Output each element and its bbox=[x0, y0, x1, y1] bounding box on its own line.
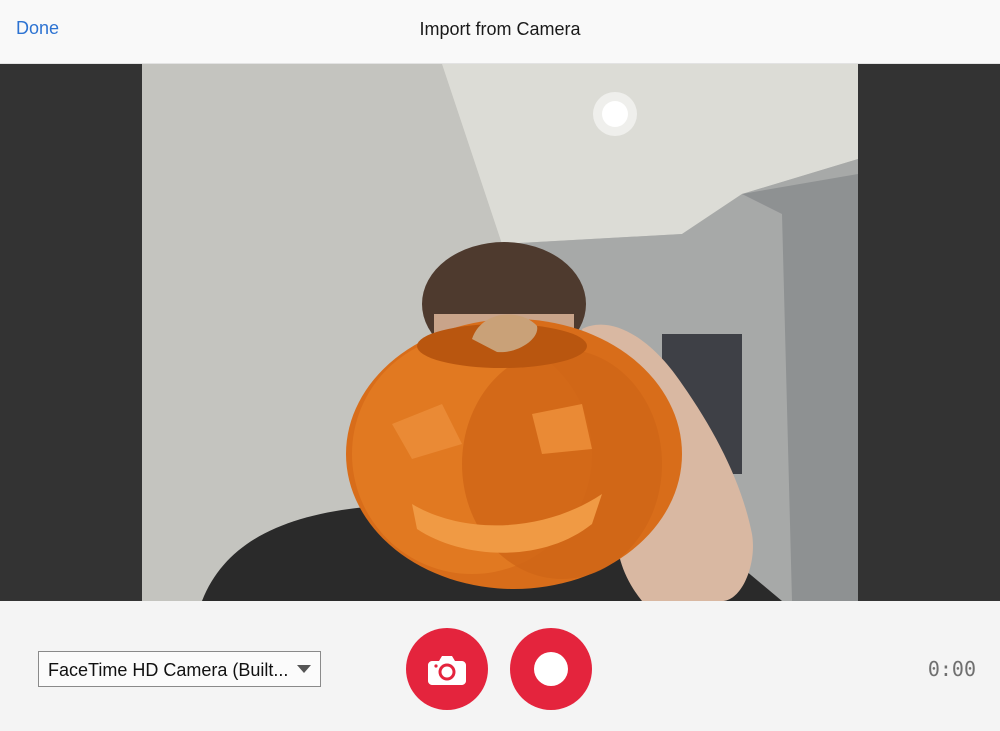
record-icon bbox=[534, 652, 568, 686]
camera-icon bbox=[426, 651, 468, 692]
page-title: Import from Camera bbox=[419, 19, 581, 39]
camera-preview-area bbox=[0, 64, 1000, 601]
chevron-down-icon bbox=[297, 665, 311, 673]
camera-preview-image bbox=[142, 64, 858, 601]
camera-source-label: FaceTime HD Camera (Built... bbox=[48, 660, 289, 680]
recording-timer: 0:00 bbox=[927, 657, 976, 681]
import-from-camera-screen: Done Import from Camera FaceTime HD Came… bbox=[0, 0, 1000, 731]
record-video-button[interactable] bbox=[510, 628, 592, 710]
camera-controls-bar: FaceTime HD Camera (Built... 0:00 bbox=[0, 601, 1000, 731]
camera-source-select[interactable]: FaceTime HD Camera (Built... bbox=[38, 651, 321, 687]
take-photo-button[interactable] bbox=[406, 628, 488, 710]
navigation-bar: Done Import from Camera bbox=[0, 0, 1000, 64]
